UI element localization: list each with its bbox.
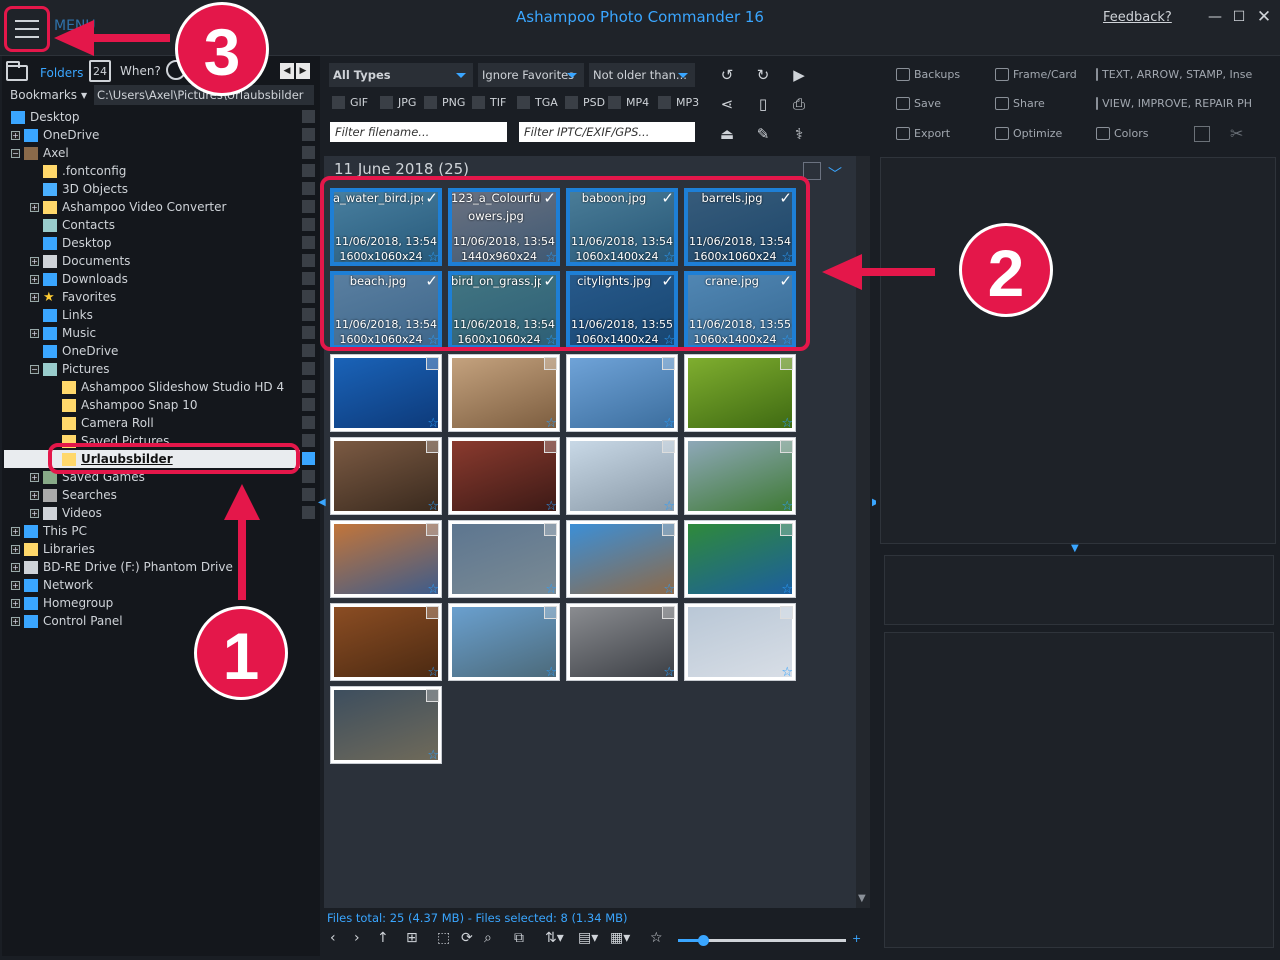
- callout-three: 3: [175, 2, 269, 96]
- callout-two: 2: [959, 223, 1053, 317]
- callout-one: 1: [194, 606, 288, 700]
- annotation-arrows: [54, 20, 935, 600]
